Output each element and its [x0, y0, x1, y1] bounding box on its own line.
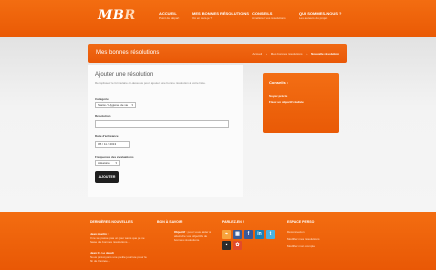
submit-button[interactable]: AJOUTER: [95, 171, 119, 183]
tips-title: Conseils :: [269, 80, 289, 85]
form-title: Ajouter une résolution: [95, 72, 154, 78]
breadcrumb-current: Nouvelle résolution: [311, 52, 339, 56]
tip-link[interactable]: Soyez précis: [269, 94, 287, 98]
footer-info-text: Objectif : pour vous aider à atteindre v…: [174, 230, 211, 242]
resolution-input[interactable]: [95, 120, 229, 128]
footer-share-title: PARLEZ-EN !: [222, 220, 244, 224]
footer-info-title: BON À SAVOIR: [157, 220, 183, 224]
linkedin-icon[interactable]: in: [255, 230, 264, 239]
breadcrumb-accueil[interactable]: Accueil: [252, 52, 262, 56]
rss-icon[interactable]: ⌁: [222, 230, 231, 239]
footer-edit-resolutions-link[interactable]: Modifier mes résolutions: [287, 237, 320, 241]
footer-logout-link[interactable]: Déconnexion: [287, 230, 305, 234]
frequency-label: Fréquence des évaluations: [95, 155, 134, 159]
chevron-down-icon: ▾: [115, 161, 117, 165]
site-logo[interactable]: MBR: [98, 8, 136, 23]
footer-news-item[interactable]: Jean martin : Il ne se passe pas un jour…: [90, 232, 150, 244]
facebook-icon[interactable]: f: [244, 230, 253, 239]
header: MBR ACCUEIL Point de départ MES BONNES R…: [0, 0, 436, 37]
breadcrumb-sep-icon: ›: [306, 52, 308, 56]
deadline-label: Date d'échéance: [95, 134, 119, 138]
category-label: Catégorie: [95, 97, 109, 101]
nav-qui-sommes-nous[interactable]: QUI SOMMES-NOUS ? Les auteurs du projet: [299, 11, 341, 21]
footer-edit-account-link[interactable]: Modifier mon compte: [287, 244, 315, 248]
deadline-input[interactable]: 05 / 11 / 2013: [95, 141, 130, 148]
breadcrumb-sep-icon: ›: [265, 52, 267, 56]
stumbleupon-icon[interactable]: ✿: [233, 241, 242, 250]
breadcrumb-resolutions[interactable]: Mes bonnes résolutions: [271, 52, 303, 56]
breadcrumb: Accueil › Mes bonnes résolutions › Nouve…: [249, 52, 339, 56]
footer-account-title: ESPACE PERSO: [287, 220, 315, 224]
nav-conseils[interactable]: CONSEILS Améliorer vos résolutions: [252, 11, 286, 21]
tips-panel: Conseils : Soyez précis Fixez un objecti…: [263, 73, 339, 133]
nav-mes-resolutions[interactable]: MES BONNES RÉSOLUTIONS Où en suis-je ?: [192, 11, 249, 21]
footer-news-title: DERNIÈRES NOUVELLES: [90, 220, 133, 224]
tip-link[interactable]: Fixez un objectif réaliste: [269, 100, 304, 104]
page-title-bar: Mes bonnes résolutions Accueil › Mes bon…: [88, 44, 347, 63]
digg-icon[interactable]: ▪: [222, 241, 231, 250]
delicious-icon[interactable]: ▦: [233, 230, 242, 239]
resolution-label: Résolution: [95, 114, 111, 118]
form-intro: Remplissez le formulaire ci-dessous pour…: [95, 81, 206, 85]
twitter-icon[interactable]: t: [266, 230, 275, 239]
footer-news-item[interactable]: Jean C. Le Jeudi Nous prévoyons une peti…: [90, 251, 150, 263]
frequency-select[interactable]: Aléatoire ▾: [95, 160, 120, 166]
page-title: Mes bonnes résolutions: [96, 50, 160, 56]
footer: DERNIÈRES NOUVELLES Jean martin : Il ne …: [0, 212, 436, 270]
category-select[interactable]: Santé / Hygiène de vie ▾: [95, 102, 136, 108]
chevron-down-icon: ▾: [131, 103, 133, 107]
nav-accueil[interactable]: ACCUEIL Point de départ: [159, 11, 179, 21]
